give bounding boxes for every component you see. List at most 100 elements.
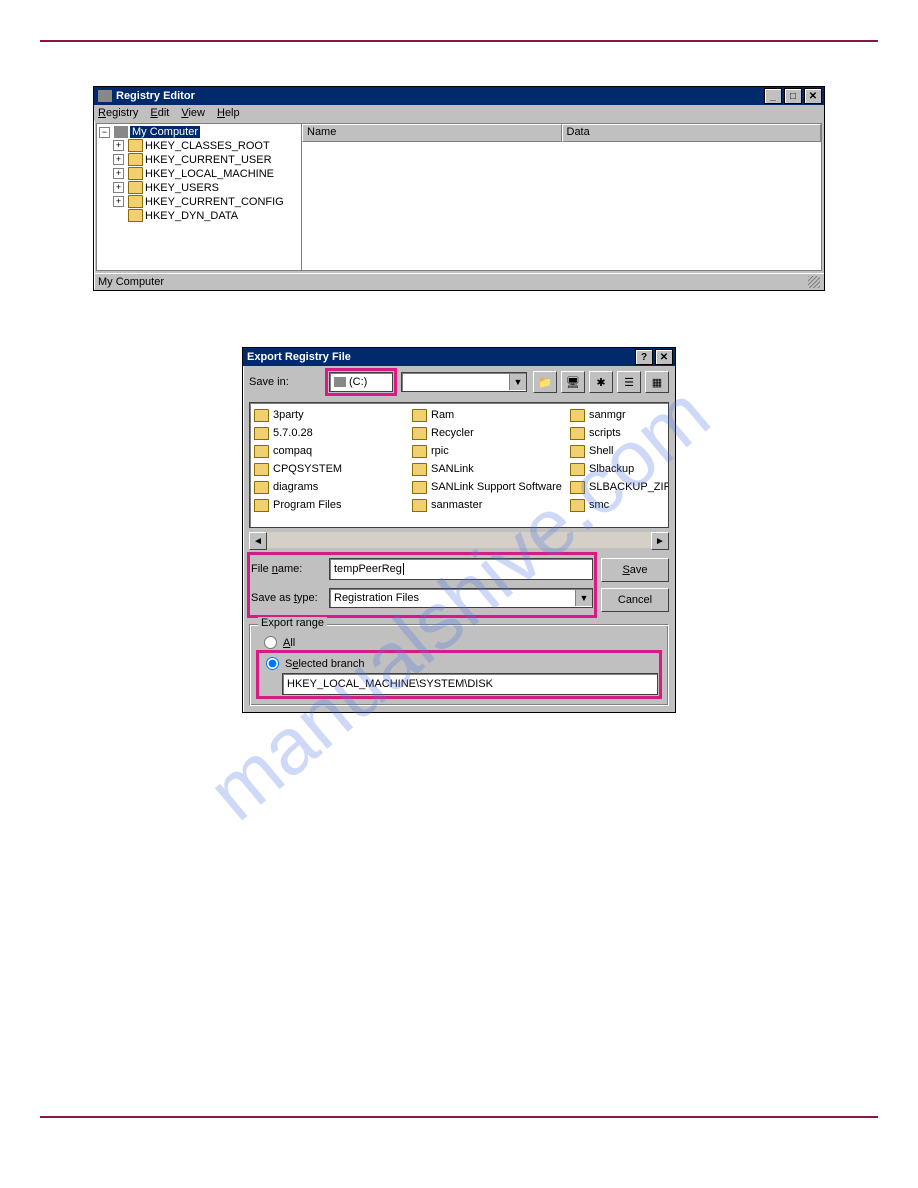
savetype-value: Registration Files xyxy=(334,592,419,604)
folder-icon xyxy=(412,427,427,440)
folder-label: smc xyxy=(589,499,609,511)
list-pane[interactable]: Name Data xyxy=(302,124,821,270)
close-button[interactable]: ✕ xyxy=(655,349,673,365)
save-in-label: Save in: xyxy=(249,376,321,388)
app-icon xyxy=(98,90,112,102)
expander-icon[interactable]: + xyxy=(113,140,124,151)
folder-icon xyxy=(570,463,585,476)
menu-registry[interactable]: Registry xyxy=(98,107,138,119)
savetype-dropdown[interactable]: Registration Files ▼ xyxy=(329,588,593,608)
minimize-button[interactable]: _ xyxy=(764,88,782,104)
resize-grip-icon[interactable] xyxy=(808,276,820,288)
folder-item[interactable]: SANLink xyxy=(412,461,562,477)
scrollbar-horizontal[interactable]: ◄ ► xyxy=(249,532,669,548)
folder-item[interactable]: CPQSYSTEM xyxy=(254,461,404,477)
folder-item[interactable]: SLBACKUP_ZIP xyxy=(570,479,669,495)
folder-icon xyxy=(254,409,269,422)
column-header-name[interactable]: Name xyxy=(302,124,562,142)
up-folder-button[interactable]: 📁 xyxy=(533,371,557,393)
export-range-label: Export range xyxy=(258,617,327,629)
folder-icon xyxy=(254,445,269,458)
dialog-title: Export Registry File xyxy=(247,351,351,363)
menu-help[interactable]: Help xyxy=(217,107,240,119)
tree-key[interactable]: HKEY_CURRENT_USER xyxy=(145,154,272,166)
folder-icon xyxy=(128,195,143,208)
scroll-left-icon[interactable]: ◄ xyxy=(249,532,267,550)
folder-item[interactable]: Recycler xyxy=(412,425,562,441)
folder-item[interactable]: compaq xyxy=(254,443,404,459)
folder-item[interactable]: Slbackup xyxy=(570,461,669,477)
export-dialog: Export Registry File ? ✕ Save in: (C:) ▼… xyxy=(242,347,676,713)
folder-item[interactable]: sanmaster xyxy=(412,497,562,513)
file-list[interactable]: 3party 5.7.0.28 compaq CPQSYSTEM diagrams Pro… xyxy=(249,402,669,528)
expander-icon[interactable]: + xyxy=(113,154,124,165)
tree-key[interactable]: HKEY_CLASSES_ROOT xyxy=(145,140,270,152)
folder-label: compaq xyxy=(273,445,312,457)
content-pane: − My Computer + HKEY_CLASSES_ROOT + HKEY_C… xyxy=(96,123,822,271)
expander-icon[interactable]: + xyxy=(113,168,124,179)
tree-pane[interactable]: − My Computer + HKEY_CLASSES_ROOT + HKEY_C… xyxy=(97,124,302,270)
tree-key[interactable]: HKEY_USERS xyxy=(145,182,219,194)
chevron-down-icon[interactable]: ▼ xyxy=(509,374,526,390)
tree-key[interactable]: HKEY_LOCAL_MACHINE xyxy=(145,168,274,180)
folder-icon xyxy=(570,409,585,422)
folder-label: Ram xyxy=(431,409,454,421)
folder-item[interactable]: sanmgr xyxy=(570,407,669,423)
details-view-button[interactable]: ▦ xyxy=(645,371,669,393)
folder-icon xyxy=(570,445,585,458)
folder-icon xyxy=(128,167,143,180)
folder-item[interactable]: diagrams xyxy=(254,479,404,495)
folder-item[interactable]: Shell xyxy=(570,443,669,459)
radio-selected-branch[interactable]: Selected branch xyxy=(260,654,658,673)
top-rule xyxy=(40,40,878,42)
tree-root[interactable]: My Computer xyxy=(130,126,200,138)
folder-item[interactable]: SANLink Support Software xyxy=(412,479,562,495)
folder-icon xyxy=(254,481,269,494)
tree-key[interactable]: HKEY_DYN_DATA xyxy=(145,210,238,222)
folder-icon xyxy=(412,445,427,458)
scroll-right-icon[interactable]: ► xyxy=(651,532,669,550)
save-in-wide-dropdown[interactable]: ▼ xyxy=(401,372,527,392)
selected-branch-input[interactable]: HKEY_LOCAL_MACHINE\SYSTEM\DISK xyxy=(282,673,658,695)
help-button[interactable]: ? xyxy=(635,349,653,365)
statusbar: My Computer xyxy=(94,273,824,290)
save-button[interactable]: Save xyxy=(601,558,669,582)
folder-item[interactable]: 3party xyxy=(254,407,404,423)
folder-label: CPQSYSTEM xyxy=(273,463,342,475)
folder-item[interactable]: Program Files xyxy=(254,497,404,513)
expander-icon[interactable]: − xyxy=(99,127,110,138)
folder-label: Program Files xyxy=(273,499,341,511)
folder-label: scripts xyxy=(589,427,621,439)
tree-key[interactable]: HKEY_CURRENT_CONFIG xyxy=(145,196,284,208)
folder-item[interactable]: smc xyxy=(570,497,669,513)
dialog-titlebar[interactable]: Export Registry File ? ✕ xyxy=(243,348,675,366)
menu-view[interactable]: View xyxy=(181,107,205,119)
folder-item[interactable]: rpic xyxy=(412,443,562,459)
save-in-dropdown[interactable]: (C:) xyxy=(329,372,393,392)
folder-item[interactable]: 5.7.0.28 xyxy=(254,425,404,441)
expander-icon[interactable]: + xyxy=(113,196,124,207)
expander-icon[interactable]: + xyxy=(113,182,124,193)
window-title: Registry Editor xyxy=(116,90,195,102)
list-view-button[interactable]: ☰ xyxy=(617,371,641,393)
folder-label: 3party xyxy=(273,409,304,421)
titlebar[interactable]: Registry Editor _ □ ✕ xyxy=(94,87,824,105)
column-header-data[interactable]: Data xyxy=(562,124,822,142)
folder-icon xyxy=(128,181,143,194)
folder-icon xyxy=(412,409,427,422)
folder-icon xyxy=(570,499,585,512)
radio-all[interactable]: All xyxy=(258,633,660,652)
new-folder-button[interactable]: ✱ xyxy=(589,371,613,393)
chevron-down-icon[interactable]: ▼ xyxy=(575,590,592,606)
folder-item[interactable]: Ram xyxy=(412,407,562,423)
folder-item[interactable]: scripts xyxy=(570,425,669,441)
menu-edit[interactable]: Edit xyxy=(150,107,169,119)
cancel-button[interactable]: Cancel xyxy=(601,588,669,612)
close-button[interactable]: ✕ xyxy=(804,88,822,104)
desktop-button[interactable]: 🖥 xyxy=(561,371,585,393)
maximize-button[interactable]: □ xyxy=(784,88,802,104)
filename-input[interactable]: tempPeerReg xyxy=(329,558,593,580)
computer-icon xyxy=(114,126,128,138)
folder-icon xyxy=(570,481,585,494)
folder-label: SLBACKUP_ZIP xyxy=(589,481,669,493)
